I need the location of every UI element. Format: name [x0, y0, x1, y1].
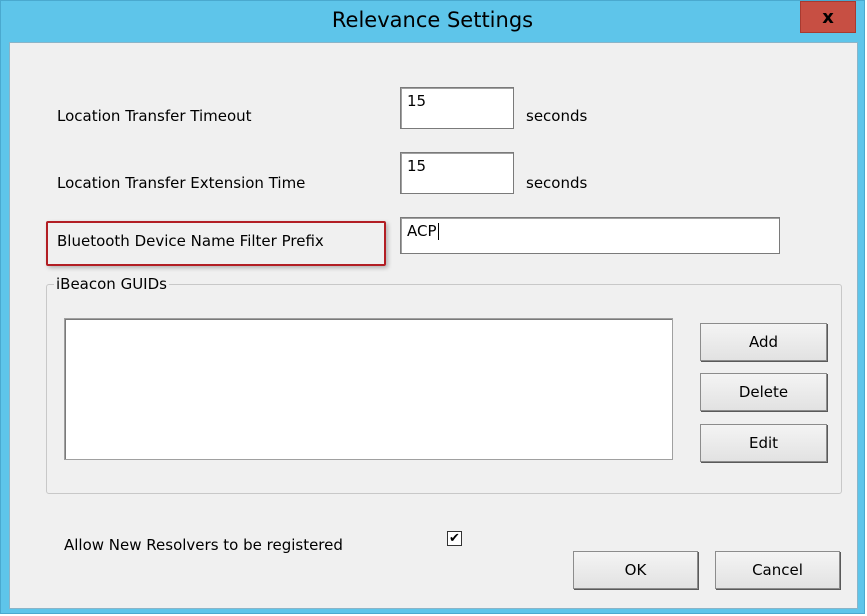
extension-input[interactable]: 15 [400, 152, 514, 194]
extension-label: Location Transfer Extension Time [57, 174, 306, 192]
dialog-window: Relevance Settings x Location Transfer T… [0, 0, 865, 614]
resolvers-checkbox[interactable]: ✔ [447, 531, 462, 546]
ibeacon-group-title: iBeacon GUIDs [54, 275, 169, 293]
resolvers-label: Allow New Resolvers to be registered [64, 536, 343, 554]
close-icon: x [822, 6, 834, 28]
add-button[interactable]: Add [700, 323, 827, 361]
filter-prefix-value: ACP [407, 222, 437, 240]
filter-prefix-input[interactable]: ACP [400, 217, 780, 254]
ibeacon-guid-list[interactable] [64, 318, 673, 460]
dialog-client-area: Location Transfer Timeout 15 seconds Loc… [9, 42, 858, 609]
checkmark-icon: ✔ [449, 531, 460, 546]
timeout-unit: seconds [526, 107, 588, 125]
close-button[interactable]: x [800, 1, 856, 33]
ok-button[interactable]: OK [573, 551, 698, 589]
text-caret [437, 223, 439, 240]
title-bar[interactable]: Relevance Settings x [1, 1, 864, 42]
extension-unit: seconds [526, 174, 588, 192]
dialog-title: Relevance Settings [331, 8, 534, 32]
timeout-label: Location Transfer Timeout [57, 107, 252, 125]
edit-button[interactable]: Edit [700, 424, 827, 462]
timeout-input[interactable]: 15 [400, 87, 514, 129]
delete-button[interactable]: Delete [700, 373, 827, 411]
cancel-button[interactable]: Cancel [715, 551, 840, 589]
filter-label: Bluetooth Device Name Filter Prefix [57, 232, 324, 250]
